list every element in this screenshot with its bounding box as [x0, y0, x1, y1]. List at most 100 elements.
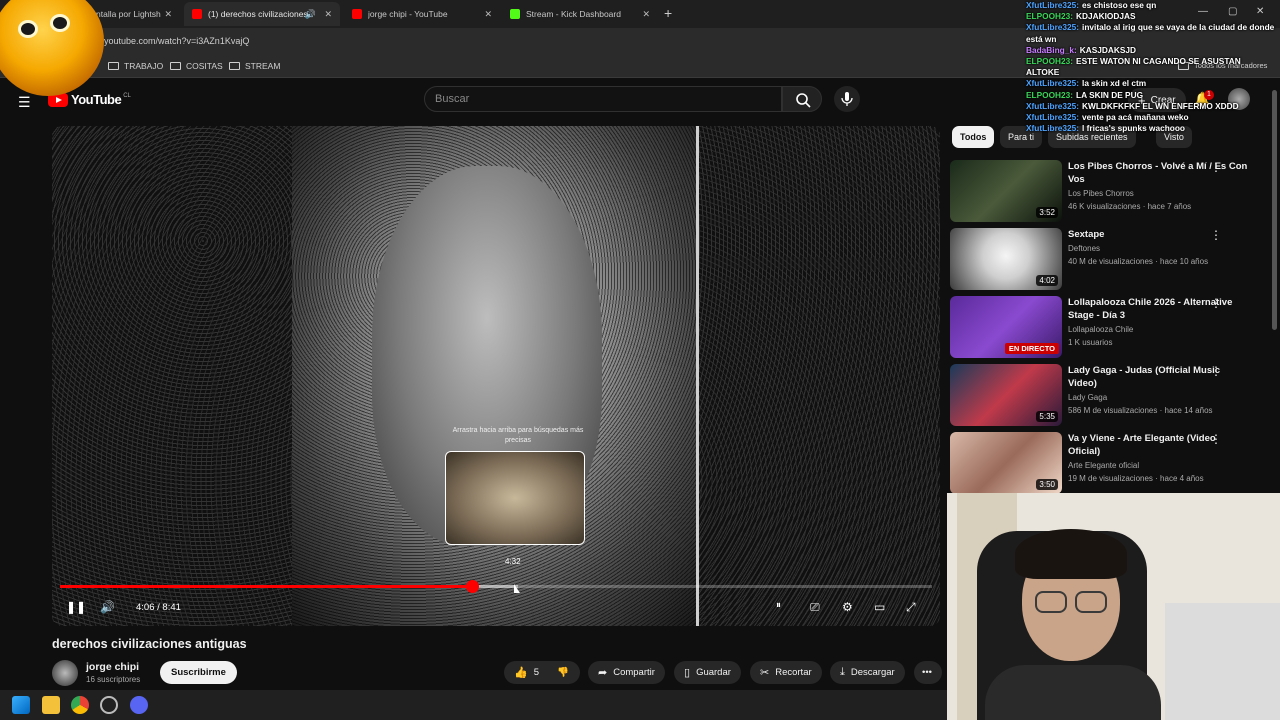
url-field[interactable]: youtube.com/watch?v=i3AZn1KvajQ	[104, 36, 249, 46]
windows-taskbar	[0, 690, 947, 720]
webcam-person-hair	[1015, 529, 1127, 579]
bookmark-stream[interactable]: STREAM	[229, 61, 280, 71]
tab-close-icon[interactable]: ✕	[642, 9, 650, 20]
voice-search-button[interactable]	[834, 86, 860, 112]
chat-message: XfutLibre325: KWLDKFKFKF EL WN ENFERMO XD…	[1026, 101, 1276, 112]
channel-name[interactable]: jorge chipi	[86, 661, 139, 673]
youtube-wordmark: YouTube	[71, 92, 122, 107]
subscribe-button[interactable]: Suscribirme	[160, 661, 237, 684]
save-button[interactable]: ▯ Guardar	[674, 661, 741, 684]
chat-username: BadaBing_k:	[1026, 44, 1077, 55]
chat-text: l fricas's spunks wachooo	[1082, 123, 1185, 134]
clip-button[interactable]: ✂ Recortar	[750, 661, 822, 684]
country-code: CL	[123, 92, 131, 99]
channel-avatar[interactable]	[52, 660, 78, 686]
emoji-eye	[50, 14, 70, 32]
recommendation-item[interactable]: 5:35 Lady Gaga - Judas (Official Music V…	[950, 364, 1272, 428]
rec-meta: 40 M de visualizaciones · hace 10 años	[1068, 257, 1209, 266]
chat-username: XfutLibre325:	[1026, 22, 1080, 33]
menu-icon[interactable]: ☰	[18, 94, 31, 111]
bookmark-cositas[interactable]: COSITAS	[170, 61, 223, 71]
video-thumbnail[interactable]: 3:52	[950, 160, 1062, 222]
rec-channel[interactable]: Lady Gaga	[1068, 393, 1107, 402]
video-thumbnail[interactable]: 5:35	[950, 364, 1062, 426]
kebab-menu-icon[interactable]: ⋮	[1210, 160, 1222, 174]
chrome-icon[interactable]	[71, 696, 89, 714]
chat-message: XfutLibre325: invitalo al irig que se vay…	[1026, 22, 1276, 44]
like-count[interactable]: 5	[534, 667, 539, 678]
recommendation-item[interactable]: 3:50 Va y Viene - Arte Elegante (Video O…	[950, 432, 1272, 496]
tab-label: ntalla por Lightsh	[96, 9, 161, 19]
bookmark-label: COSITAS	[186, 61, 223, 71]
folder-icon	[229, 62, 240, 70]
like-icon[interactable]: 👍	[514, 666, 528, 679]
duration-badge: 3:50	[1036, 479, 1058, 490]
webcam-person-shirt	[985, 665, 1161, 720]
video-thumbnail[interactable]: 4:02	[950, 228, 1062, 290]
share-label: Compartir	[613, 667, 655, 678]
tab-youtube-video[interactable]: (1) derechos civilizaciones a 🔊 ✕	[184, 2, 340, 26]
tab-label: jorge chipi - YouTube	[368, 9, 448, 19]
rec-channel[interactable]: Deftones	[1068, 244, 1100, 253]
video-frame-divider	[696, 126, 699, 626]
rec-channel[interactable]: Los Pibes Chorros	[1068, 189, 1134, 198]
folder-icon	[170, 62, 181, 70]
video-thumbnail[interactable]: EN DIRECTO	[950, 296, 1062, 358]
chat-username: XfutLibre325:	[1026, 100, 1080, 111]
chat-username: XfutLibre325:	[1026, 78, 1080, 89]
recommendation-item[interactable]: EN DIRECTO Lollapalooza Chile 2026 - Alt…	[950, 296, 1272, 360]
bookmark-label: TRABAJO	[124, 61, 164, 71]
more-actions-button[interactable]: •••	[914, 661, 942, 684]
fullscreen-icon[interactable]: ⤢	[906, 600, 916, 615]
tab-channel[interactable]: jorge chipi - YouTube ✕	[344, 2, 500, 26]
tab-close-icon[interactable]: ✕	[484, 9, 492, 20]
search-button[interactable]	[782, 86, 822, 112]
stream-chat-overlay: XfutLibre325: es chistoso ese qn ELPOOH23…	[1026, 0, 1276, 134]
settings-gear-icon[interactable]: ⚙	[842, 600, 853, 614]
recommendation-item[interactable]: 3:52 Los Pibes Chorros - Volvé a Mí / Es…	[950, 160, 1272, 224]
live-badge: EN DIRECTO	[1004, 343, 1059, 354]
tab-close-icon[interactable]: ✕	[324, 9, 332, 20]
rec-meta: 19 M de visualizaciones · hace 4 años	[1068, 474, 1204, 483]
bookmark-trabajo[interactable]: TRABAJO	[108, 61, 163, 71]
share-button[interactable]: ➦ Compartir	[588, 661, 665, 684]
dislike-icon[interactable]: 👎	[557, 667, 569, 678]
chip-todos[interactable]: Todos	[952, 126, 995, 148]
search-input[interactable]	[425, 87, 765, 111]
rec-channel[interactable]: Arte Elegante oficial	[1068, 461, 1139, 470]
webcam-overlay	[947, 493, 1280, 720]
new-tab-icon[interactable]: +	[664, 5, 672, 21]
file-explorer-icon[interactable]	[42, 696, 60, 714]
subtitles-icon[interactable]: ⎚	[810, 600, 820, 615]
time-display: 4:06 / 8:41	[136, 602, 181, 613]
tab-lightshot[interactable]: ntalla por Lightsh ✕	[88, 2, 180, 26]
video-thumbnail[interactable]: 3:50	[950, 432, 1062, 494]
chat-username: ELPOOH23:	[1026, 89, 1074, 100]
chat-username: ELPOOH23:	[1026, 11, 1074, 22]
download-button[interactable]: ⤓ Descargar	[830, 661, 905, 684]
windows-start-icon[interactable]	[12, 696, 30, 714]
kebab-menu-icon[interactable]: ⋮	[1210, 296, 1222, 310]
tab-kick[interactable]: Stream - Kick Dashboard ✕	[502, 2, 658, 26]
glasses-lens	[1035, 591, 1067, 613]
progress-bar[interactable]	[60, 580, 932, 593]
chat-text: KWLDKFKFKF EL WN ENFERMO XDDD	[1082, 100, 1239, 111]
pause-icon[interactable]: ❚❚	[66, 600, 86, 614]
clip-label: Recortar	[775, 667, 812, 678]
theater-mode-icon[interactable]: ▭	[874, 600, 885, 614]
chat-text: KASJDAKSJD	[1079, 44, 1136, 55]
autoplay-toggle-icon[interactable]: ⏸	[776, 600, 781, 611]
tab-close-icon[interactable]: ✕	[164, 9, 172, 20]
discord-icon[interactable]	[130, 696, 148, 714]
download-icon: ⤓	[840, 666, 845, 678]
app-icon[interactable]	[100, 696, 118, 714]
rec-channel[interactable]: Lollapalooza Chile	[1068, 325, 1133, 334]
recommendation-item[interactable]: 4:02 Sextape Deftones 40 M de visualizac…	[950, 228, 1272, 292]
more-dots-icon: •••	[922, 667, 932, 678]
kebab-menu-icon[interactable]: ⋮	[1210, 228, 1222, 242]
kebab-menu-icon[interactable]: ⋮	[1210, 364, 1222, 378]
volume-icon[interactable]: 🔊	[100, 600, 115, 614]
kebab-menu-icon[interactable]: ⋮	[1210, 432, 1222, 446]
video-player[interactable]: Arrastra hacia arriba para búsquedas más…	[52, 126, 940, 626]
speaker-icon[interactable]: 🔊	[305, 9, 316, 20]
